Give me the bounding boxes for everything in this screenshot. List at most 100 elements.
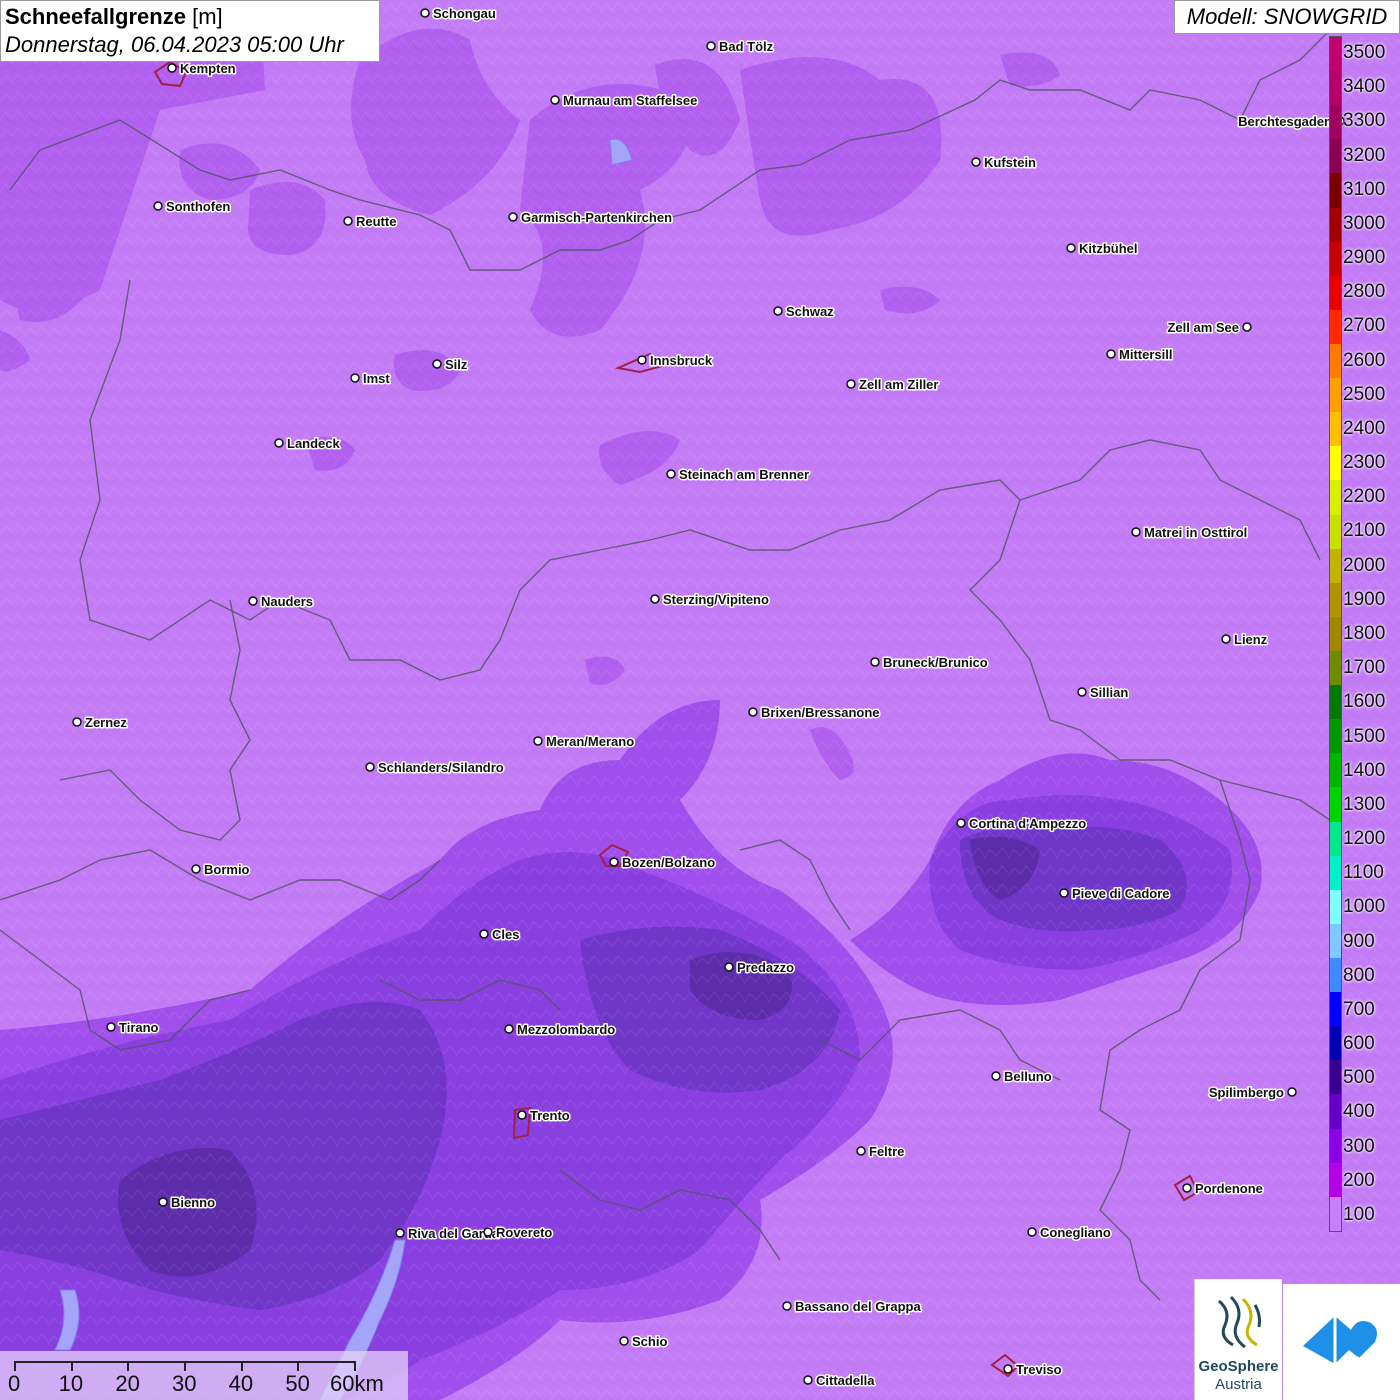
- legend-label: 3500: [1343, 42, 1386, 64]
- city-label: Feltre: [869, 1144, 904, 1159]
- legend-swatch: [1330, 343, 1341, 379]
- city-marker[interactable]: Brixen/Bressanone: [748, 704, 881, 722]
- legend-label: 3300: [1343, 110, 1386, 132]
- legend-color-bar: [1329, 36, 1342, 1232]
- legend-swatch: [1330, 275, 1341, 310]
- city-label: Nauders: [261, 594, 313, 609]
- geosphere-logo[interactable]: GeoSphere Austria: [1194, 1279, 1282, 1400]
- scale-bar-label: 10: [58, 1371, 84, 1396]
- city-dot-icon: [706, 41, 716, 51]
- legend-label: 1600: [1343, 691, 1386, 713]
- city-dot-icon: [191, 864, 201, 874]
- snowfall-limit-map[interactable]: Schongau Bad Tölz Kempten Murnau am Staffel…: [0, 0, 1400, 1400]
- city-dot-icon: [1131, 527, 1141, 537]
- city-label: Lienz: [1234, 632, 1268, 647]
- legend-label: 900: [1343, 930, 1375, 952]
- city-marker[interactable]: Matrei in Osttirol: [1131, 524, 1249, 542]
- city-label: Brixen/Bressanone: [761, 705, 880, 720]
- legend-label: 200: [1343, 1169, 1375, 1191]
- legend-label: 2300: [1343, 452, 1386, 474]
- legend-label: 400: [1343, 1101, 1375, 1123]
- legend-label: 300: [1343, 1135, 1375, 1157]
- city-marker[interactable]: Meran/Merano: [533, 733, 636, 751]
- city-dot-icon: [1059, 888, 1069, 898]
- legend-label: 600: [1343, 1033, 1375, 1055]
- city-dot-icon: [248, 596, 258, 606]
- legend-label: 1500: [1343, 725, 1386, 747]
- scale-bar-label: 40: [228, 1371, 254, 1396]
- legend-swatch: [1330, 514, 1341, 549]
- city-dot-icon: [846, 379, 856, 389]
- city-label: Garmisch-Partenkirchen: [521, 210, 672, 225]
- scale-bar-label: 60km: [330, 1371, 384, 1396]
- city-dot-icon: [856, 1146, 866, 1156]
- city-label: Bienno: [171, 1195, 215, 1210]
- city-marker[interactable]: Schongau: [420, 5, 497, 23]
- city-marker[interactable]: Conegliano: [1027, 1224, 1112, 1242]
- map-title-main: Schneefallgrenze: [5, 4, 186, 29]
- city-marker[interactable]: Schlanders/Silandro: [365, 759, 505, 777]
- legend-label: 2200: [1343, 486, 1386, 508]
- city-marker[interactable]: Spilimbergo: [1207, 1084, 1297, 1102]
- scale-bar-tick: [354, 1361, 356, 1371]
- city-dot-icon: [106, 1022, 116, 1032]
- legend-label: 3200: [1343, 144, 1386, 166]
- city-label: Steinach am Brenner: [679, 467, 809, 482]
- map-title-box: Schneefallgrenze [m] Donnerstag, 06.04.2…: [0, 0, 380, 62]
- city-label: Treviso: [1016, 1362, 1062, 1377]
- city-dot-icon: [365, 762, 375, 772]
- legend-label: 3100: [1343, 178, 1386, 200]
- city-dot-icon: [158, 1197, 168, 1207]
- city-marker[interactable]: Zell am See: [1166, 319, 1252, 337]
- city-dot-icon: [1027, 1227, 1037, 1237]
- city-marker[interactable]: Pieve di Cadore: [1059, 885, 1171, 903]
- legend-swatch: [1330, 37, 1341, 72]
- legend-swatch: [1330, 582, 1341, 617]
- city-label: Kufstein: [984, 155, 1036, 170]
- city-marker[interactable]: Sterzing/Vipiteno: [650, 591, 770, 609]
- city-marker[interactable]: Pordenone: [1182, 1180, 1264, 1198]
- legend-swatch: [1330, 787, 1341, 822]
- legend-label: 3400: [1343, 76, 1386, 98]
- city-label: Belluno: [1004, 1069, 1052, 1084]
- city-marker[interactable]: Mezzolombardo: [504, 1021, 617, 1039]
- city-marker[interactable]: Zell am Ziller: [846, 376, 940, 394]
- legend-swatch: [1330, 378, 1341, 413]
- city-marker[interactable]: Innsbruck: [637, 352, 714, 370]
- city-label: Pordenone: [1195, 1181, 1263, 1196]
- city-label: Sonthofen: [166, 199, 230, 214]
- city-marker[interactable]: Bozen/Bolzano: [609, 854, 717, 872]
- city-label: Schongau: [433, 6, 496, 21]
- city-dot-icon: [971, 157, 981, 167]
- city-dot-icon: [504, 1024, 514, 1034]
- legend-label: 2000: [1343, 554, 1386, 576]
- city-dot-icon: [167, 63, 177, 73]
- city-dot-icon: [517, 1110, 527, 1120]
- legend-swatch: [1330, 1196, 1341, 1231]
- city-dot-icon: [508, 212, 518, 222]
- color-legend: 3500 3400 3300 3200 3100 3000 2900 2800 2700 2600…: [1329, 36, 1400, 1232]
- legend-swatch: [1330, 889, 1341, 924]
- city-marker[interactable]: Bruneck/Brunico: [870, 654, 989, 672]
- city-marker[interactable]: Steinach am Brenner: [666, 466, 811, 484]
- city-marker[interactable]: Garmisch-Partenkirchen: [508, 209, 674, 227]
- app-logo[interactable]: [1283, 1284, 1400, 1400]
- city-label: Zell am See: [1167, 320, 1239, 335]
- city-dot-icon: [1287, 1087, 1297, 1097]
- scale-bar-tick: [14, 1361, 16, 1371]
- legend-swatch: [1330, 1026, 1341, 1061]
- city-marker[interactable]: Bassano del Grappa: [782, 1298, 923, 1316]
- legend-swatch: [1330, 1094, 1341, 1129]
- legend-swatch: [1330, 1162, 1341, 1197]
- city-dot-icon: [1077, 687, 1087, 697]
- legend-swatch: [1330, 1128, 1341, 1163]
- city-marker[interactable]: Murnau am Staffelsee: [550, 92, 699, 110]
- legend-swatch: [1330, 685, 1341, 720]
- city-dot-icon: [724, 962, 734, 972]
- city-marker[interactable]: Cortina d'Ampezzo: [956, 815, 1088, 833]
- legend-swatch: [1330, 992, 1341, 1027]
- legend-swatch: [1330, 207, 1341, 242]
- city-marker[interactable]: Sonthofen: [153, 198, 232, 216]
- city-dot-icon: [350, 373, 360, 383]
- scale-bar-label: 30: [172, 1371, 197, 1396]
